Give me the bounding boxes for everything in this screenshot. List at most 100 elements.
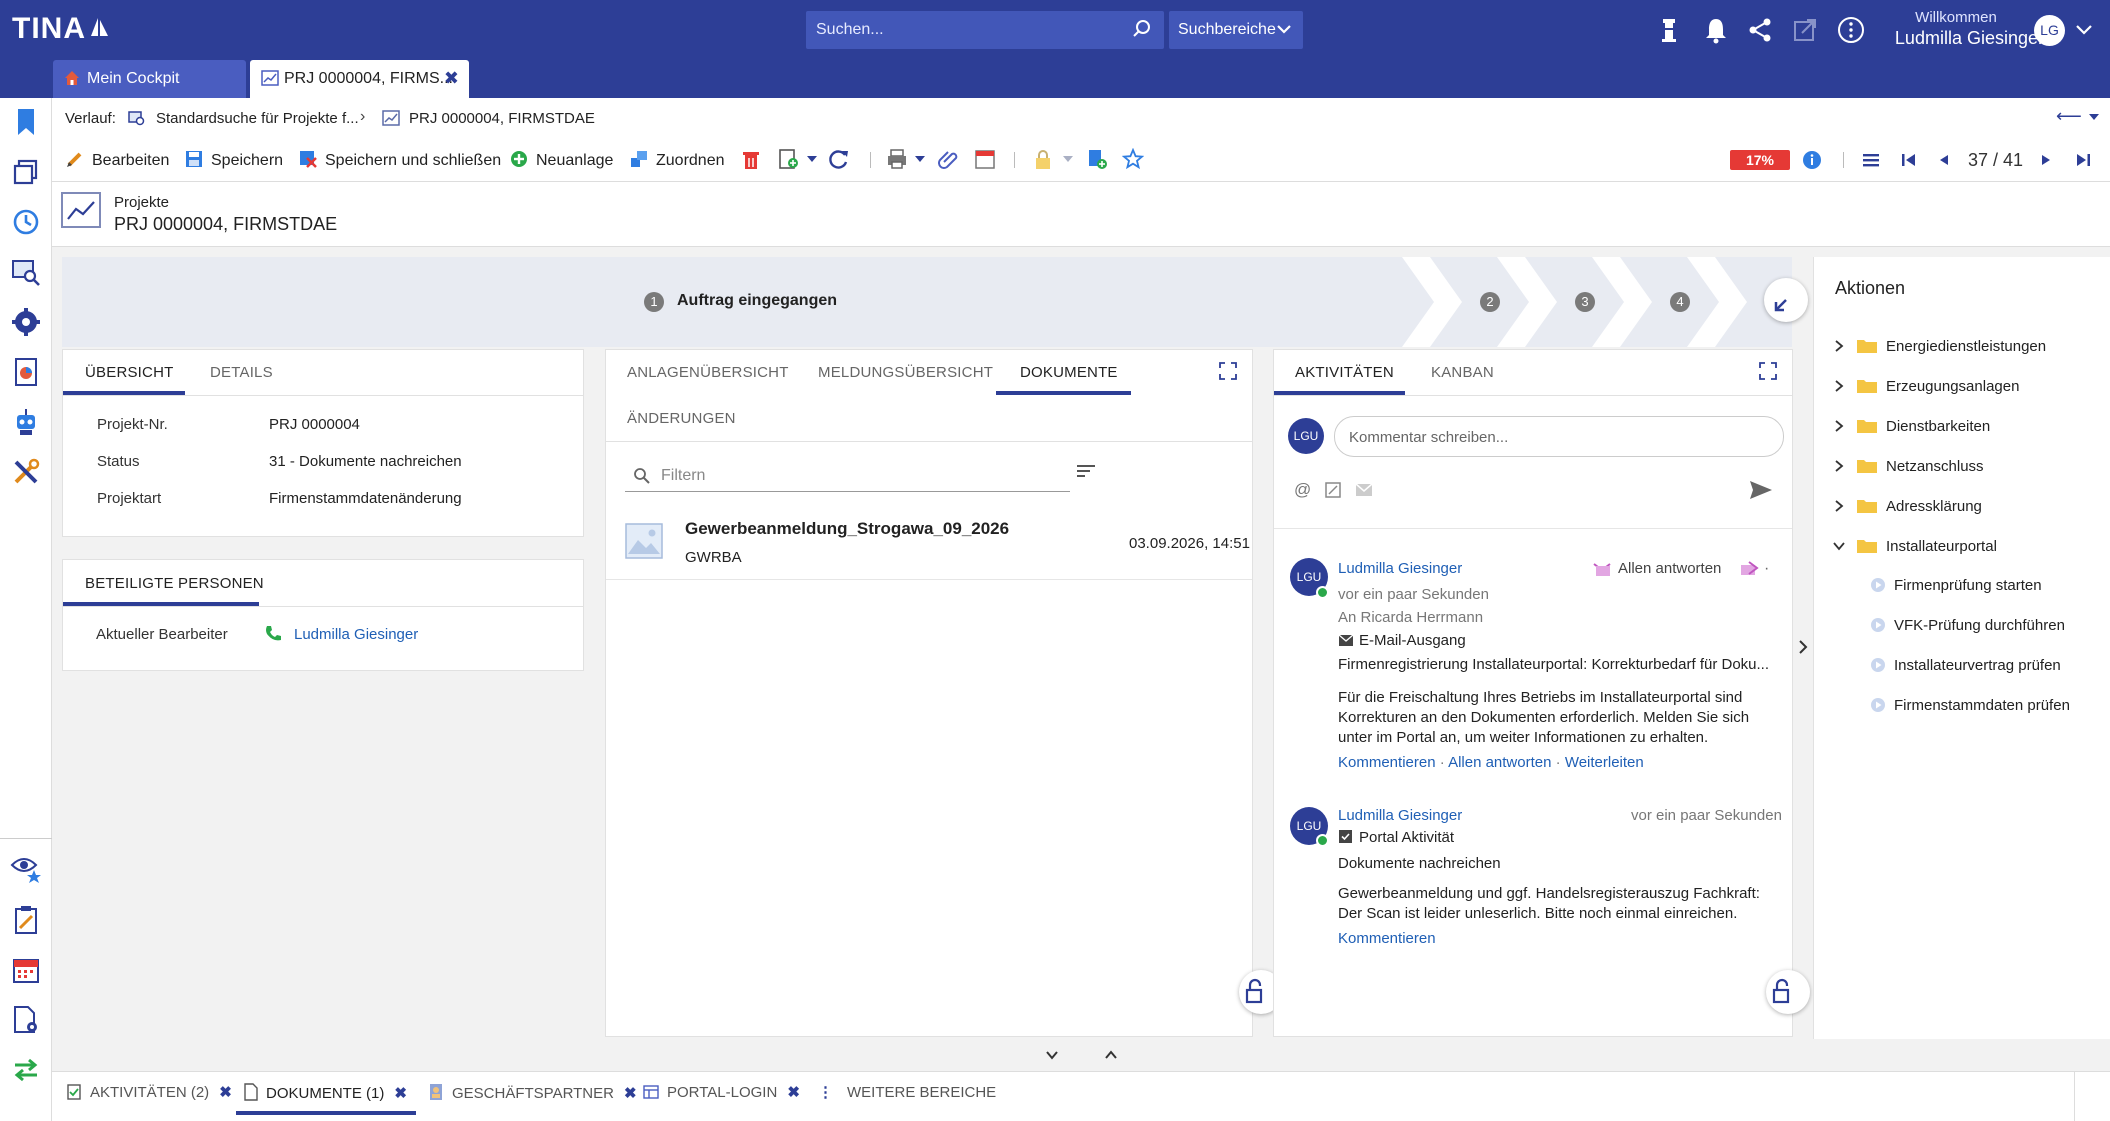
stage-number[interactable]: 3: [1575, 292, 1595, 312]
tree-item-installer-portal[interactable]: Installateurportal: [1832, 537, 1997, 555]
report-icon[interactable]: [10, 356, 42, 388]
tab-overview[interactable]: ÜBERSICHT: [85, 364, 173, 381]
tab-attachments[interactable]: ANLAGENÜBERSICHT: [627, 364, 789, 381]
filter-input[interactable]: Filtern: [661, 467, 705, 485]
search-input[interactable]: Suchen...: [816, 21, 884, 39]
stage-label[interactable]: Auftrag eingegangen: [677, 292, 837, 310]
lock-icon[interactable]: [1032, 148, 1054, 170]
comment-input[interactable]: Kommentar schreiben...: [1349, 429, 1508, 446]
document-row[interactable]: Gewerbeanmeldung_Strogawa_09_2026 GWRBA …: [606, 508, 1252, 580]
bell-icon[interactable]: [1701, 15, 1731, 45]
next-page-icon[interactable]: [2038, 150, 2054, 170]
close-icon[interactable]: ✖: [444, 68, 459, 89]
author-link[interactable]: Ludmilla Giesinger: [1338, 807, 1462, 824]
clipboard-icon[interactable]: [10, 904, 42, 936]
tab-kanban[interactable]: KANBAN: [1431, 364, 1494, 381]
save-button[interactable]: Speichern: [185, 150, 283, 170]
chevron-up-icon[interactable]: [1103, 1048, 1119, 1062]
add-document-icon[interactable]: [778, 148, 800, 170]
more-vertical-icon[interactable]: [1836, 15, 1866, 45]
breadcrumb-item[interactable]: PRJ 0000004, FIRMSTDAE: [409, 110, 595, 127]
tab-changes[interactable]: ÄNDERUNGEN: [627, 410, 736, 427]
fullscreen-icon[interactable]: [1759, 362, 1777, 380]
collapse-stage-button[interactable]: [1764, 278, 1808, 322]
previous-page-icon[interactable]: [1936, 150, 1952, 170]
assign-button[interactable]: Zuordnen: [630, 150, 725, 170]
tree-item-grid-connection[interactable]: Netzanschluss: [1832, 457, 1984, 475]
forward-icon[interactable]: [1739, 560, 1759, 578]
bottom-tab-more[interactable]: ⋮ WEITERE BEREICHE: [818, 1083, 996, 1101]
phone-icon[interactable]: [263, 624, 283, 644]
sort-icon[interactable]: [1075, 461, 1097, 481]
search-list-icon[interactable]: [10, 256, 42, 288]
history-icon[interactable]: [10, 206, 42, 238]
filter-field[interactable]: Filtern: [625, 462, 1070, 492]
gear-icon[interactable]: [10, 306, 42, 338]
caret-down-icon[interactable]: [806, 154, 818, 164]
tree-item-address[interactable]: Adressklärung: [1832, 497, 1982, 515]
windows-icon[interactable]: [10, 156, 42, 188]
caret-down-icon[interactable]: [914, 154, 926, 164]
attachment-icon[interactable]: [938, 148, 960, 170]
tree-item-generation[interactable]: Erzeugungsanlagen: [1832, 377, 2019, 395]
search-icon[interactable]: [1132, 19, 1152, 39]
lock-panel-button[interactable]: [1766, 970, 1810, 1014]
person-link[interactable]: Ludmilla Giesinger: [294, 626, 418, 643]
caret-down-icon[interactable]: [1062, 154, 1074, 164]
chevron-down-icon[interactable]: [2074, 20, 2094, 40]
document-title[interactable]: Gewerbeanmeldung_Strogawa_09_2026: [685, 519, 1009, 539]
sync-icon[interactable]: [10, 1054, 42, 1086]
bottom-tab-activities[interactable]: AKTIVITÄTEN (2) ✖: [66, 1083, 232, 1101]
chevron-down-icon[interactable]: [1044, 1048, 1060, 1062]
print-icon[interactable]: [886, 148, 908, 170]
entry-subject[interactable]: Firmenregistrierung Installateurportal: …: [1338, 656, 1778, 673]
bottom-tab-portal-login[interactable]: PORTAL-LOGIN ✖: [643, 1083, 800, 1101]
tab-persons[interactable]: BETEILIGTE PERSONEN: [85, 575, 264, 592]
reply-all-button[interactable]: Allen antworten: [1618, 560, 1721, 577]
close-icon[interactable]: ✖: [624, 1085, 637, 1102]
comment-link[interactable]: Kommentieren: [1338, 754, 1436, 771]
stage-number[interactable]: 2: [1480, 292, 1500, 312]
bottom-tab-documents[interactable]: DOKUMENTE (1) ✖: [244, 1083, 407, 1102]
search-field[interactable]: Suchen...: [806, 11, 1164, 49]
tab-activities[interactable]: AKTIVITÄTEN: [1295, 364, 1394, 381]
external-link-icon[interactable]: [1790, 15, 1820, 45]
tab-details[interactable]: DETAILS: [210, 364, 273, 381]
user-avatar[interactable]: LG: [2034, 15, 2065, 46]
mail-icon[interactable]: [1355, 483, 1373, 497]
robot-icon[interactable]: [10, 406, 42, 438]
tab-mein-cockpit[interactable]: Mein Cockpit: [53, 60, 246, 98]
tree-item-energy[interactable]: Energiedienstleistungen: [1832, 337, 2046, 355]
stage-number[interactable]: 4: [1670, 292, 1690, 312]
reply-all-link[interactable]: Allen antworten: [1448, 754, 1551, 771]
caret-down-icon[interactable]: [2088, 112, 2100, 122]
tab-documents[interactable]: DOKUMENTE: [1020, 364, 1118, 381]
search-areas-dropdown[interactable]: Suchbereiche: [1169, 11, 1303, 49]
bookmark-icon[interactable]: [10, 106, 42, 138]
trash-icon[interactable]: [742, 150, 760, 170]
bottom-tab-business-partner[interactable]: GESCHÄFTSPARTNER ✖: [428, 1083, 637, 1102]
refresh-icon[interactable]: [828, 148, 850, 170]
edit-button[interactable]: Bearbeiten: [66, 150, 169, 170]
star-icon[interactable]: [1122, 148, 1144, 170]
calendar-icon[interactable]: [974, 148, 996, 170]
comment-link[interactable]: Kommentieren: [1338, 930, 1436, 947]
comment-field[interactable]: Kommentar schreiben...: [1334, 416, 1784, 457]
breadcrumb-item[interactable]: Standardsuche für Projekte f...: [156, 110, 359, 127]
close-icon[interactable]: ✖: [394, 1085, 407, 1102]
watchlist-icon[interactable]: [10, 851, 42, 883]
app-logo[interactable]: TINA: [12, 12, 110, 46]
fullscreen-icon[interactable]: [1219, 362, 1237, 380]
send-icon[interactable]: [1749, 479, 1773, 501]
author-link[interactable]: Ludmilla Giesinger: [1338, 560, 1462, 577]
add-file-icon[interactable]: [1086, 148, 1108, 170]
tree-item-easements[interactable]: Dienstbarkeiten: [1832, 417, 1990, 435]
note-icon[interactable]: [1324, 481, 1342, 499]
mention-icon[interactable]: @: [1294, 480, 1311, 500]
tab-project[interactable]: PRJ 0000004, FIRMS... ✖: [250, 60, 469, 98]
forward-link[interactable]: Weiterleiten: [1565, 754, 1644, 771]
lighthouse-icon[interactable]: [1654, 15, 1684, 45]
close-icon[interactable]: ✖: [219, 1084, 232, 1101]
save-close-button[interactable]: Speichern und schließen: [299, 150, 501, 170]
calendar-icon[interactable]: [10, 954, 42, 986]
